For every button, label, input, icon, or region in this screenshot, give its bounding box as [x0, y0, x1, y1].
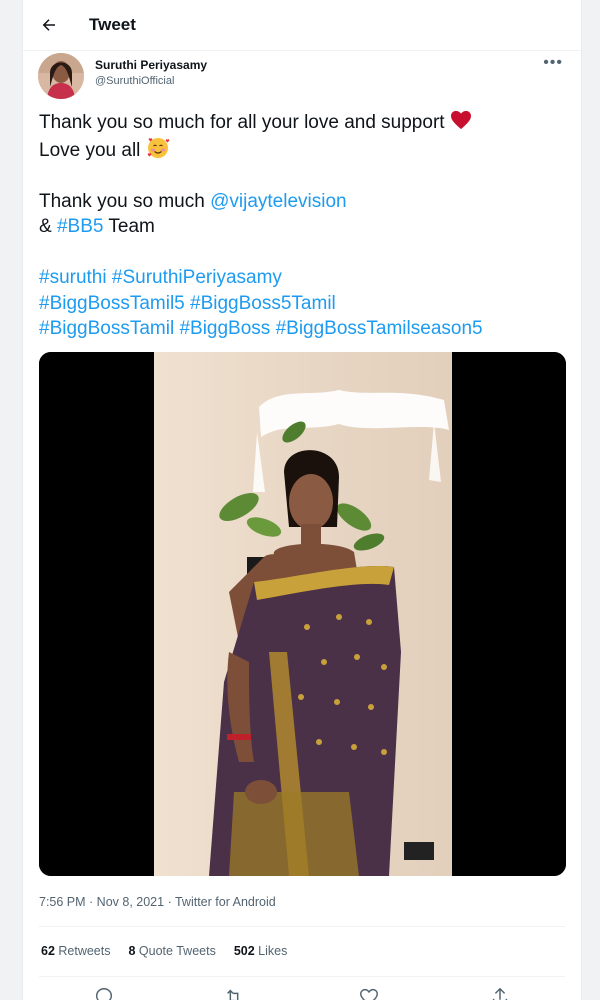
divider [39, 926, 565, 927]
author-name[interactable]: Suruthi Periyasamy [95, 58, 207, 72]
back-button[interactable] [35, 11, 63, 39]
hashtag-link[interactable]: #BiggBossTamilseason5 [276, 318, 483, 339]
like-icon[interactable] [358, 986, 380, 1000]
hashtag-link[interactable]: #BiggBoss [179, 318, 270, 339]
tweet-source[interactable]: Twitter for Android [175, 895, 276, 909]
share-icon[interactable] [489, 986, 511, 1000]
hashtag-link[interactable]: #BB5 [57, 216, 103, 237]
tweet-line-1: Thank you so much for all your love and … [39, 110, 559, 136]
hashtag-line-1: #suruthi #SuruthiPeriyasamy [39, 265, 559, 291]
back-arrow-icon [42, 19, 55, 31]
hashtag-link[interactable]: #BiggBoss5Tamil [190, 293, 336, 314]
tweet-text: Thank you so much for all your love and … [39, 110, 559, 342]
hashtag-link[interactable]: #suruthi [39, 267, 107, 288]
likes-stat[interactable]: 502 Likes [234, 944, 288, 958]
mention-link[interactable]: @vijaytelevision [210, 191, 347, 212]
tweet-actions [23, 986, 581, 1000]
quote-tweets-stat[interactable]: 8 Quote Tweets [129, 944, 216, 958]
hashtag-link[interactable]: #SuruthiPeriyasamy [112, 267, 282, 288]
video-player[interactable] [39, 352, 566, 876]
retweets-stat[interactable]: 62 Retweets [41, 944, 111, 958]
reply-icon[interactable] [93, 986, 115, 1000]
tweet-line-2: Love you all [39, 136, 559, 164]
tweet-date[interactable]: Nov 8, 2021 [97, 895, 164, 909]
divider [39, 976, 565, 977]
top-bar: Tweet [23, 0, 581, 51]
hashtag-line-2: #BiggBossTamil5 #BiggBoss5Tamil [39, 291, 559, 317]
author-handle[interactable]: @SuruthiOfficial [95, 75, 174, 87]
tweet-line-3: Thank you so much @vijaytelevision [39, 190, 347, 212]
more-options-icon[interactable]: ••• [543, 54, 563, 72]
retweet-icon[interactable] [223, 986, 245, 1000]
hashtag-link[interactable]: #BiggBossTamil [39, 318, 174, 339]
video-frame [39, 352, 566, 876]
tweet-time[interactable]: 7:56 PM [39, 895, 86, 909]
hashtag-link[interactable]: #BiggBossTamil5 [39, 293, 185, 314]
tweet-line-4: & #BB5 Team [39, 216, 155, 237]
avatar[interactable] [38, 53, 84, 99]
red-heart-emoji-icon [450, 110, 471, 130]
tweet-page: Tweet Suruthi Periyasamy @SuruthiOfficia… [22, 0, 582, 1000]
smiling-face-with-hearts-emoji-icon [147, 137, 169, 158]
tweet-stats: 62 Retweets 8 Quote Tweets 502 Likes [41, 944, 287, 958]
page-title: Tweet [89, 15, 136, 34]
hashtag-line-3: #BiggBossTamil #BiggBoss #BiggBossTamils… [39, 316, 559, 342]
tweet-meta: 7:56 PM · Nov 8, 2021 · Twitter for Andr… [39, 895, 276, 909]
avatar-photo [38, 53, 84, 99]
author-block: Suruthi Periyasamy @SuruthiOfficial ••• [23, 50, 581, 106]
